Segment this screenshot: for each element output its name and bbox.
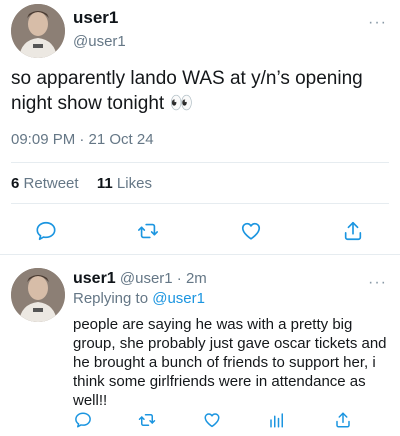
share-icon[interactable] — [334, 411, 352, 429]
tweet-stats: 6 Retweet 11 Likes — [11, 175, 152, 192]
avatar[interactable] — [11, 4, 65, 58]
retweet-icon[interactable] — [137, 220, 159, 242]
reply-text: people are saying he was with a pretty b… — [73, 316, 387, 409]
divider — [11, 162, 389, 163]
tweet-text: so apparently lando WAS at y/n’s opening… — [11, 68, 363, 114]
retweet-count[interactable]: 6 — [11, 175, 19, 192]
more-options-icon[interactable]: ··· — [368, 15, 387, 31]
tweet-timestamp[interactable]: 09:09 PM · 21 Oct 24 — [11, 131, 154, 148]
like-label[interactable]: Likes — [117, 175, 152, 192]
retweet-icon[interactable] — [138, 411, 156, 429]
heart-icon[interactable] — [240, 220, 262, 242]
display-name[interactable]: user1 — [73, 8, 118, 28]
heart-icon[interactable] — [203, 411, 221, 429]
replying-to: Replying to @user1 — [73, 290, 205, 307]
replying-handle-link[interactable]: @user1 — [152, 290, 205, 307]
reply-meta[interactable]: @user1 · 2m — [120, 270, 207, 287]
reply-display-name[interactable]: user1 — [73, 270, 116, 287]
reply-header: user1 @user1 · 2m — [73, 270, 207, 288]
reply-icon[interactable] — [74, 411, 92, 429]
reply-avatar[interactable] — [11, 268, 65, 322]
divider — [11, 203, 389, 204]
like-count[interactable]: 11 — [97, 175, 113, 192]
replying-prefix: Replying to — [73, 290, 149, 307]
reply-icon[interactable] — [35, 220, 57, 242]
divider — [0, 254, 400, 255]
share-icon[interactable] — [342, 220, 364, 242]
retweet-label[interactable]: Retweet — [24, 175, 79, 192]
analytics-icon[interactable] — [268, 411, 286, 429]
user-handle[interactable]: @user1 — [73, 33, 126, 50]
reply-more-options-icon[interactable]: ··· — [368, 275, 387, 291]
